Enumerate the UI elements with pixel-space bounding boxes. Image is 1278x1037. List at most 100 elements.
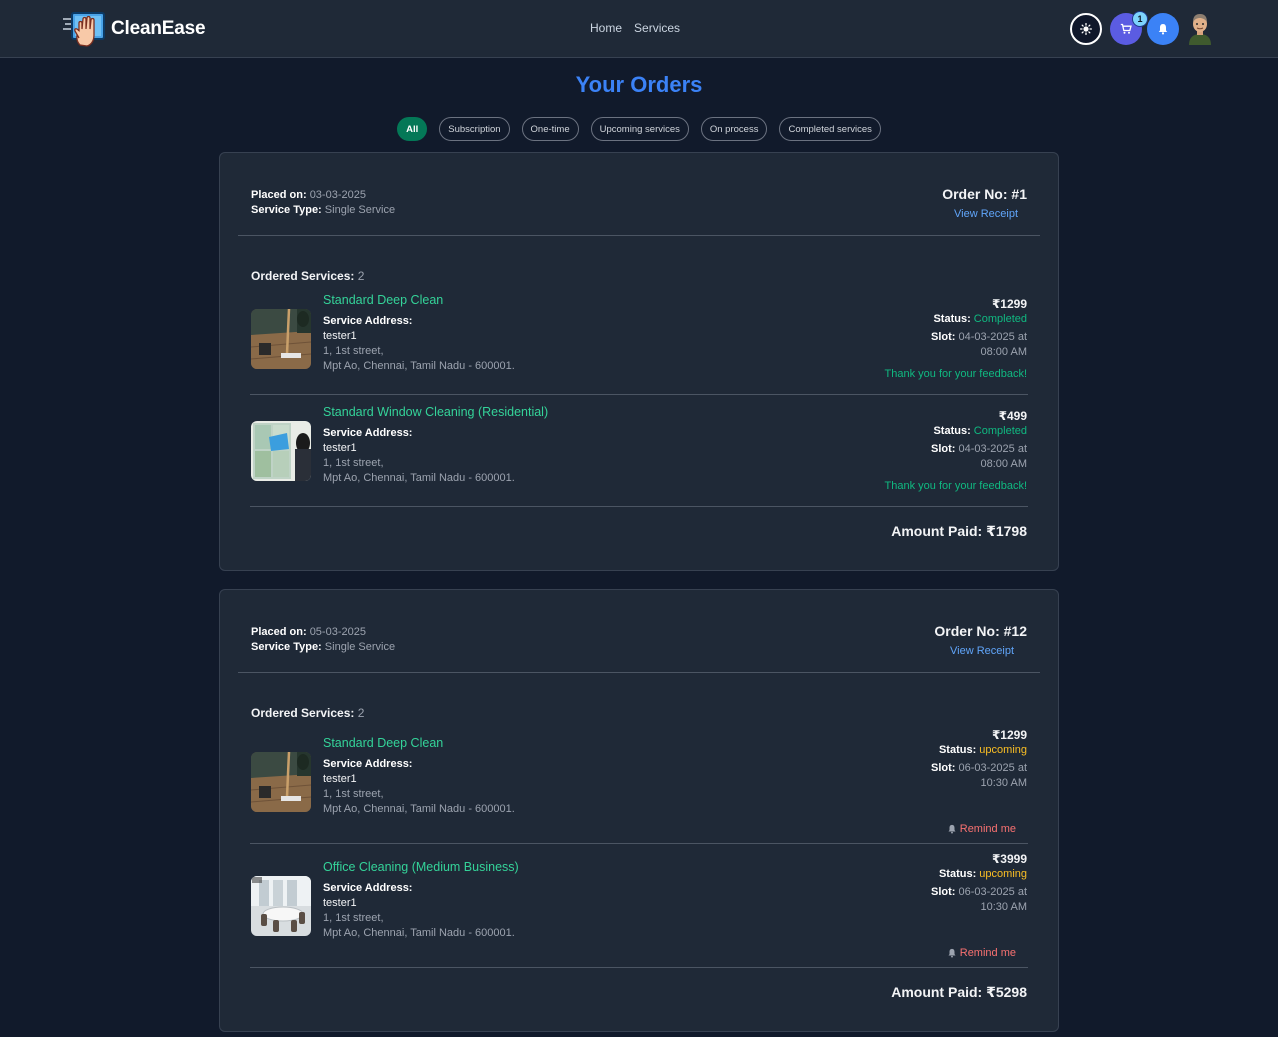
order-header: Placed on: 05-03-2025 Service Type: Sing… [251,590,1027,672]
navbar: CleanEase Home Services 1 [0,0,1278,58]
view-receipt-link[interactable]: View Receipt [950,645,1014,657]
service-name-link[interactable]: Standard Window Cleaning (Residential) [323,405,548,419]
slot-time: 10:30 AM [980,777,1027,789]
filter-all[interactable]: All [397,117,428,141]
placed-on-label: Placed on: [251,189,307,201]
service-type-label: Service Type: [251,204,322,216]
address-contact: tester1 [323,773,357,785]
filter-completed-services[interactable]: Completed services [779,117,881,141]
status-badge: upcoming [979,868,1027,880]
order-header: Placed on: 03-03-2025 Service Type: Sing… [251,153,1027,235]
service-type-label: Service Type: [251,641,322,653]
address-line-1: 1, 1st street, [323,912,384,924]
status-label: Status: [938,868,977,880]
service-type-value: Single Service [324,204,396,216]
address-contact: tester1 [323,897,357,909]
filter-one-time[interactable]: One-time [521,117,579,141]
amount-paid: Amount Paid: ₹5298 [891,984,1027,1001]
remind-me-label: Remind me [959,947,1016,959]
divider [250,506,1028,507]
order-item: Standard Deep Clean Service Address: tes… [251,293,1027,393]
filter-upcoming-services[interactable]: Upcoming services [590,117,689,141]
floor-mopping-photo [251,309,311,369]
placed-on-date: 05-03-2025 [309,626,366,638]
amount-paid-value: ₹1798 [986,523,1027,539]
address-line-1: 1, 1st street, [323,457,384,469]
slot-label: Slot: [930,443,956,455]
service-address: Service Address: tester1 1, 1st street, … [323,881,515,941]
address-line-1: 1, 1st street, [323,788,384,800]
notifications-button[interactable] [1147,13,1179,45]
feedback-thanks: Thank you for your feedback! [884,480,1027,492]
service-address: Service Address: tester1 1, 1st street, … [323,314,515,374]
ordered-services-label: Ordered Services: [251,706,355,720]
view-receipt-link[interactable]: View Receipt [954,208,1018,220]
slot-label: Slot: [930,762,956,774]
slot-label: Slot: [930,331,956,343]
service-address: Service Address: tester1 1, 1st street, … [323,426,515,486]
status-label: Status: [938,744,977,756]
order-card: Placed on: 05-03-2025 Service Type: Sing… [219,589,1059,1032]
item-details: ₹1299 Status: upcoming Slot: 06-03-2025 … [931,728,1027,791]
order-card: Placed on: 03-03-2025 Service Type: Sing… [219,152,1059,571]
service-name-link[interactable]: Standard Deep Clean [323,293,443,307]
divider [250,394,1028,395]
filter-on-process[interactable]: On process [700,117,768,141]
floor-mopping-photo [251,752,311,812]
slot-label: Slot: [930,886,956,898]
item-price: ₹1299 [991,297,1027,311]
item-details: ₹3999 Status: upcoming Slot: 06-03-2025 … [931,852,1027,915]
address-line-2: Mpt Ao, Chennai, Tamil Nadu - 600001. [323,360,515,372]
office-room-photo [251,876,311,936]
remind-me-button[interactable]: Remind me [947,947,1016,959]
slot-date: 06-03-2025 at [958,886,1028,898]
slot-date: 04-03-2025 at [958,443,1028,455]
order-item: Office Cleaning (Medium Business) Servic… [251,852,1027,960]
divider [250,843,1028,844]
nav-link-home[interactable]: Home [590,21,622,35]
user-avatar[interactable] [1186,13,1214,45]
service-address-label: Service Address: [323,315,413,327]
service-address-label: Service Address: [323,882,413,894]
address-line-2: Mpt Ao, Chennai, Tamil Nadu - 600001. [323,803,515,815]
page-title: Your Orders [575,72,703,97]
status-badge: Completed [973,313,1027,325]
slot-date: 06-03-2025 at [958,762,1028,774]
address-line-1: 1, 1st street, [323,345,384,357]
divider [238,235,1040,236]
service-name-link[interactable]: Office Cleaning (Medium Business) [323,860,519,874]
bell-icon [948,948,956,958]
bell-icon [1158,24,1168,35]
status-label: Status: [933,425,971,437]
slot-time: 10:30 AM [980,901,1027,913]
order-number: Order No: #1 [942,186,1027,202]
order-item: Standard Window Cleaning (Residential) S… [251,405,1027,505]
order-filters: All Subscription One-time Upcoming servi… [0,117,1278,141]
service-name-link[interactable]: Standard Deep Clean [323,736,443,750]
theme-toggle-button[interactable] [1070,13,1102,45]
slot-time: 08:00 AM [980,458,1027,470]
ordered-services-count: Ordered Services: 2 [251,706,364,720]
cleanease-logo-icon [62,11,106,47]
cart-icon [1120,23,1132,34]
window-cleaning-photo [251,421,311,481]
remind-me-label: Remind me [959,823,1016,835]
slot-time: 08:00 AM [980,346,1027,358]
cart-count-badge: 1 [1132,11,1148,27]
brand[interactable]: CleanEase [62,11,206,47]
remind-me-button[interactable]: Remind me [947,823,1016,835]
amount-paid: Amount Paid: ₹1798 [891,523,1027,540]
address-contact: tester1 [323,330,357,342]
address-contact: tester1 [323,442,357,454]
bell-icon [948,824,956,834]
nav-link-services[interactable]: Services [634,21,680,35]
placed-on-label: Placed on: [251,626,307,638]
amount-paid-label: Amount Paid: [891,523,983,539]
item-details: ₹1299 Status: Completed Slot: 04-03-2025… [931,297,1027,360]
filter-subscription[interactable]: Subscription [439,117,510,141]
divider [238,672,1040,673]
item-price: ₹499 [998,409,1027,423]
brand-name: CleanEase [111,18,206,39]
service-address-label: Service Address: [323,427,413,439]
amount-paid-label: Amount Paid: [891,984,983,1000]
